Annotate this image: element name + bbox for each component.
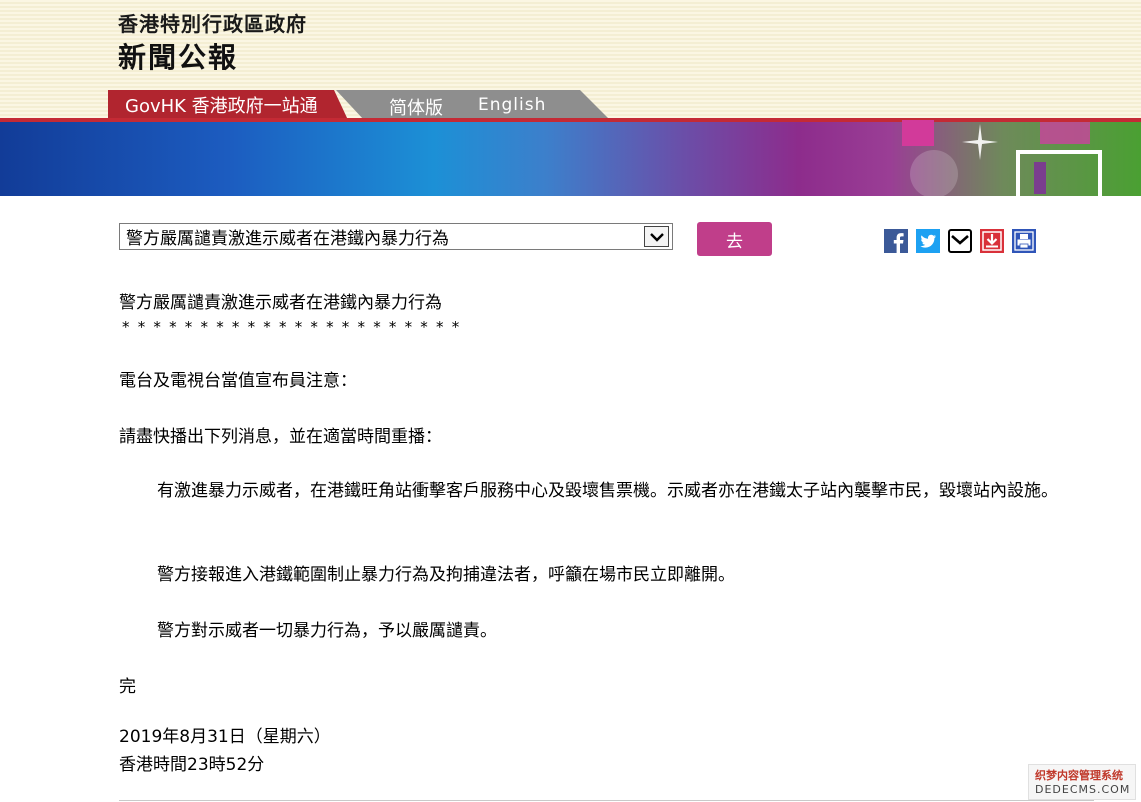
- govhk-link[interactable]: GovHK 香港政府一站通: [108, 90, 348, 120]
- paragraph-incident: 有激進暴力示威者，在港鐵旺角站衝擊客戶服務中心及毀壞售票機。示威者亦在港鐵太子站…: [157, 481, 1058, 501]
- publication-title: 新聞公報: [118, 41, 239, 74]
- share-toolbar: [884, 229, 1036, 253]
- article-select-value: 警方嚴厲譴責激進示威者在港鐵內暴力行為: [126, 229, 449, 249]
- decorative-banner: [0, 118, 1141, 198]
- govhk-label: GovHK 香港政府一站通: [125, 96, 318, 117]
- go-button[interactable]: 去: [697, 222, 772, 256]
- watermark-line2: DEDECMS.COM: [1035, 783, 1131, 796]
- watermark: 织梦内容管理系统 DEDECMS.COM: [1028, 764, 1136, 800]
- article-title: 警方嚴厲譴責激進示威者在港鐵內暴力行為: [119, 293, 442, 313]
- simplified-chinese-link[interactable]: 简体版: [389, 94, 443, 120]
- banner-pink-block: [1040, 122, 1090, 144]
- announcer-notice: 電台及電視台當值宣布員注意：: [119, 371, 357, 391]
- nav-tabbar: GovHK 香港政府一站通 简体版 English: [0, 90, 1141, 120]
- footer-divider: [119, 800, 1094, 801]
- title-separator: **********************: [122, 318, 468, 336]
- watermark-line1: 织梦内容管理系统: [1035, 769, 1123, 782]
- english-link[interactable]: English: [478, 95, 546, 115]
- facebook-icon[interactable]: [884, 229, 908, 253]
- release-time: 香港時間23時52分: [119, 755, 265, 775]
- download-icon[interactable]: [980, 229, 1004, 253]
- banner-circle: [910, 150, 958, 198]
- sparkle-icon: [962, 124, 998, 160]
- release-date: 2019年8月31日（星期六）: [119, 727, 331, 747]
- paragraph-condemnation: 警方對示威者一切暴力行為，予以嚴厲譴責。: [157, 621, 497, 641]
- twitter-icon[interactable]: [916, 229, 940, 253]
- chevron-down-icon[interactable]: [644, 226, 669, 247]
- email-icon[interactable]: [948, 229, 972, 253]
- broadcast-request: 請盡快播出下列消息，並在適當時間重播：: [119, 427, 442, 447]
- article-select[interactable]: 警方嚴厲譴責激進示威者在港鐵內暴力行為: [119, 223, 673, 250]
- end-marker: 完: [119, 677, 136, 697]
- org-name: 香港特別行政區政府: [118, 12, 307, 36]
- banner-frame: [1016, 150, 1102, 198]
- paragraph-police-action: 警方接報進入港鐵範圍制止暴力行為及拘捕違法者，呼籲在場市民立即離開。: [157, 565, 735, 585]
- banner-pink-square: [902, 120, 934, 146]
- go-button-label: 去: [726, 231, 743, 252]
- print-icon[interactable]: [1012, 229, 1036, 253]
- language-tabs: [336, 90, 610, 120]
